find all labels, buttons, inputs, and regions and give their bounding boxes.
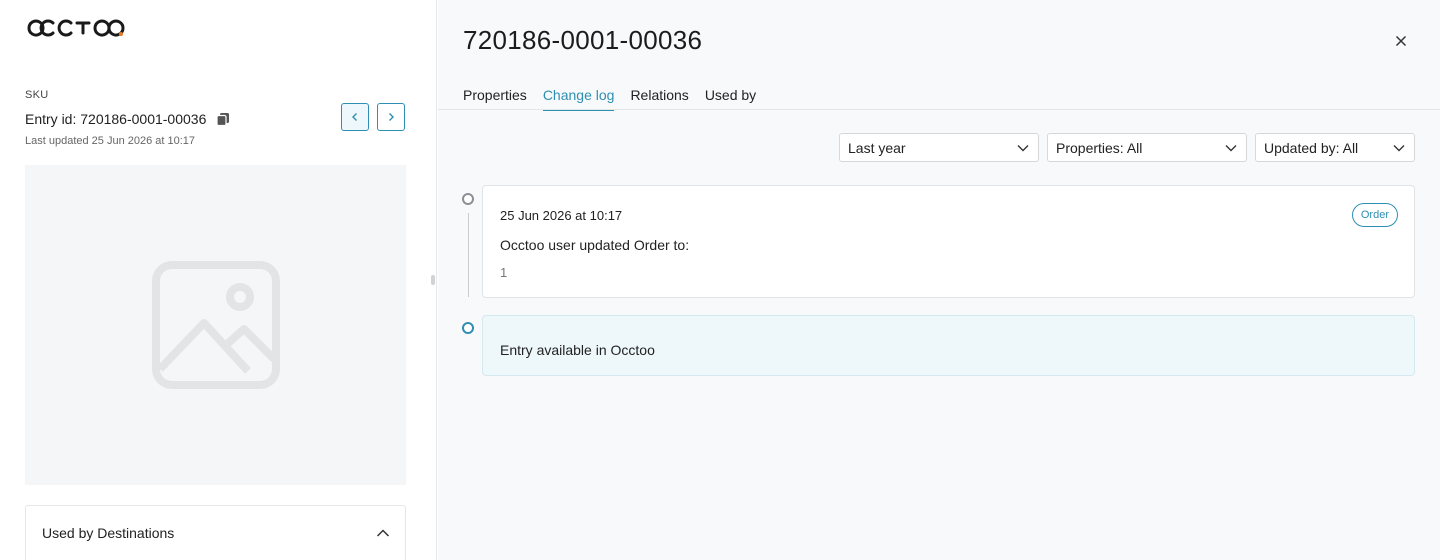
copy-icon[interactable]: [216, 112, 230, 127]
last-updated-text: Last updated 25 Jun 2026 at 10:17: [25, 135, 196, 147]
property-badge[interactable]: Order: [1351, 203, 1398, 227]
entry-type-label: SKU: [25, 89, 49, 101]
changelog-item: Entry available in Occtoo: [482, 315, 1415, 376]
detail-tabs: Properties Change log Relations Used by: [463, 87, 756, 111]
timeline-dot-current: [462, 322, 474, 334]
updated-by-filter-select[interactable]: Updated by: All: [1255, 133, 1415, 162]
chevron-up-icon[interactable]: [375, 525, 391, 541]
close-icon: [1395, 35, 1407, 47]
occtoo-logo: [25, 16, 125, 40]
changelog-value: 1: [500, 265, 508, 280]
tab-change-log[interactable]: Change log: [542, 87, 615, 111]
used-by-destinations-title: Used by Destinations: [42, 525, 175, 541]
tab-used-by[interactable]: Used by: [705, 87, 756, 111]
entry-sidebar: SKU Entry id: 720186-0001-00036 Last upd…: [0, 0, 437, 560]
timeline-dot: [462, 193, 474, 205]
chevron-down-icon: [1017, 144, 1029, 151]
page-title: 720186-0001-00036: [463, 25, 703, 55]
changelog-item: 25 Jun 2026 at 10:17 Occtoo user updated…: [482, 185, 1415, 298]
close-button[interactable]: [1392, 32, 1410, 50]
timeline-connector: [468, 213, 469, 297]
properties-filter-value: Properties: All: [1056, 139, 1143, 156]
changelog-message: Entry available in Occtoo: [500, 342, 655, 358]
chevron-down-icon: [1393, 144, 1405, 151]
updated-by-filter-value: Updated by: All: [1264, 139, 1359, 156]
tab-relations[interactable]: Relations: [630, 87, 688, 111]
chevron-right-icon: [389, 113, 394, 121]
used-by-destinations-panel: Used by Destinations: [25, 505, 406, 560]
period-filter-value: Last year: [848, 139, 906, 156]
entry-detail-panel: 720186-0001-00036 Properties Change log …: [438, 0, 1440, 560]
chevron-left-icon: [352, 113, 357, 121]
properties-filter-select[interactable]: Properties: All: [1047, 133, 1247, 162]
tab-properties[interactable]: Properties: [463, 87, 527, 111]
changelog-date: 25 Jun 2026 at 10:17: [500, 208, 623, 223]
next-entry-button[interactable]: [377, 103, 405, 131]
chevron-down-icon: [1225, 144, 1237, 151]
entry-image-placeholder: [25, 165, 406, 485]
entry-id: Entry id: 720186-0001-00036: [25, 111, 207, 127]
tabs-divider: [438, 109, 1440, 110]
image-placeholder-icon: [151, 261, 280, 389]
previous-entry-button[interactable]: [341, 103, 369, 131]
period-filter-select[interactable]: Last year: [839, 133, 1039, 162]
changelog-message: Occtoo user updated Order to:: [500, 237, 690, 253]
panel-resize-handle[interactable]: [431, 275, 435, 285]
